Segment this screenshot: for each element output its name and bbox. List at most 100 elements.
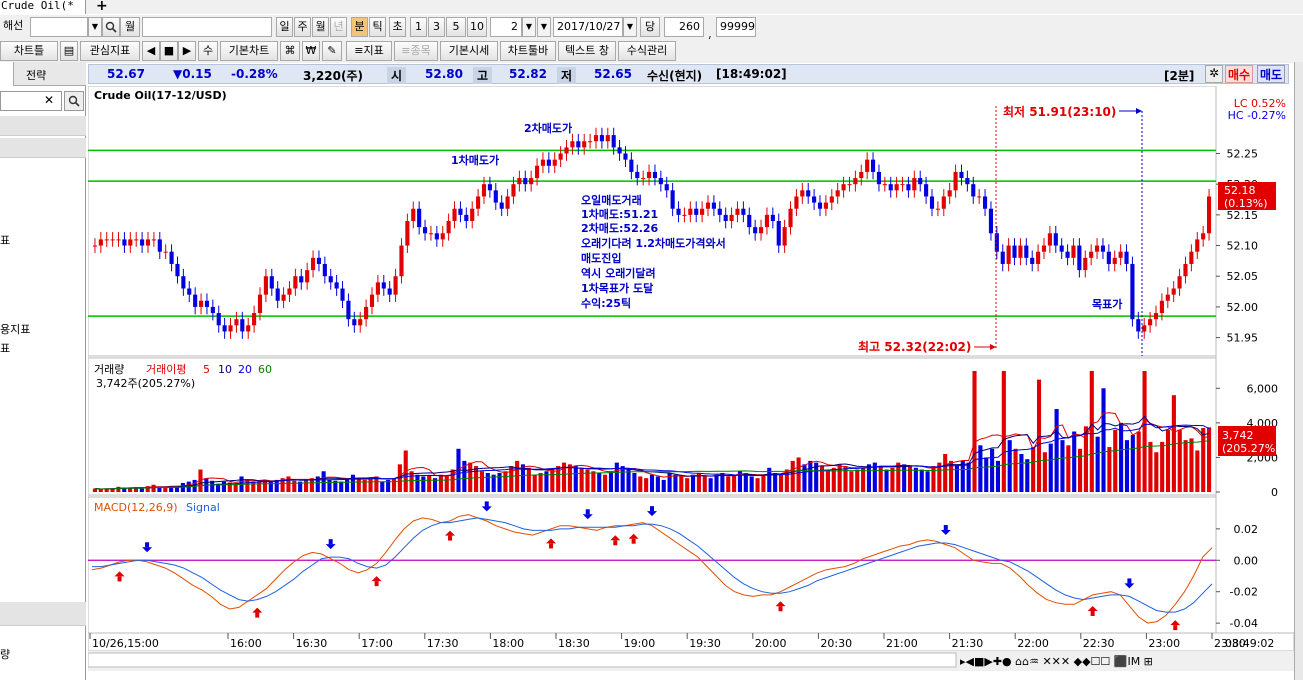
candle	[753, 227, 758, 234]
search-button[interactable]	[102, 17, 120, 37]
volume-bar	[515, 460, 520, 492]
scroll-right-arrow-icon[interactable]: ▸◀■▶✚● ⌂⌂♒ ✕✕✕ ◆◆☐☐ ⬛IM ⊞	[960, 655, 1153, 668]
candle	[181, 276, 186, 289]
open-value: 52.80	[425, 67, 463, 81]
candle	[1171, 288, 1176, 295]
count-input[interactable]: 260	[664, 17, 704, 37]
chart-frame-button[interactable]: 차트틀	[0, 41, 58, 61]
left-panel: 전략 ✕ 표 용지표 표 량	[0, 62, 86, 680]
candle	[405, 221, 410, 246]
volume-ma-10: 10	[218, 363, 232, 376]
volume-bar	[1142, 371, 1147, 492]
today-button[interactable]: 당	[640, 17, 660, 37]
stop-icon[interactable]: ■	[160, 41, 178, 61]
volume-bar	[732, 474, 737, 492]
watchlist-indicator-button[interactable]: 관심지표	[80, 41, 140, 61]
candle	[929, 196, 935, 209]
date-input[interactable]: 2017/10/27	[553, 17, 623, 37]
period-minute[interactable]: 분	[351, 17, 368, 37]
candle	[700, 208, 705, 215]
left-list-item[interactable]: 표	[0, 232, 10, 248]
sell-signal-arrow	[145, 542, 150, 548]
candle	[876, 171, 882, 185]
scroll-left-icon[interactable]: ◀	[142, 41, 160, 61]
volume-bar	[778, 474, 784, 492]
right-scroll-strip[interactable]	[1294, 62, 1303, 680]
volume-bar	[444, 476, 449, 492]
candle	[446, 221, 451, 234]
symbol-input[interactable]	[30, 17, 88, 37]
tab-crude-oil[interactable]: Crude Oil(*	[0, 0, 86, 14]
period-year[interactable]: 년	[330, 17, 347, 37]
max-count-input[interactable]: 99999	[716, 17, 756, 37]
signal-title: Signal	[186, 501, 220, 514]
volume-ma-label: 거래이평	[146, 363, 186, 376]
left-list-item[interactable]: 량	[0, 646, 10, 662]
candle	[664, 184, 669, 191]
buy-button[interactable]: 매수	[1225, 65, 1254, 83]
volume-bar	[151, 484, 156, 492]
interval-10[interactable]: 10	[467, 17, 487, 37]
sell-button[interactable]: 매도	[1257, 65, 1286, 83]
gift-icon[interactable]: ⌘	[280, 41, 300, 61]
add-tab-button[interactable]: +	[96, 0, 108, 14]
date-dropdown-icon[interactable]: ▼	[623, 17, 637, 37]
interval-3[interactable]: 3	[428, 17, 445, 37]
number-button[interactable]: 수	[198, 41, 218, 61]
interval-input[interactable]: 2	[490, 17, 522, 37]
horizontal-scrollbar[interactable]	[88, 652, 957, 668]
x-tick-label: 16:30	[296, 637, 328, 650]
candle	[629, 159, 634, 172]
tab-strategy[interactable]: 전략	[26, 67, 46, 83]
candle	[481, 184, 487, 197]
save-icon[interactable]: ▤	[60, 41, 78, 61]
period-tick[interactable]: 틱	[369, 17, 386, 37]
volume-bar	[1148, 441, 1153, 492]
interval-spin-icon[interactable]: ▼	[522, 17, 536, 37]
volume-bar	[825, 469, 830, 492]
scroll-right-icon[interactable]: ▶	[178, 41, 196, 61]
symbol-dropdown-icon[interactable]: ▼	[88, 17, 102, 37]
candle	[941, 196, 946, 209]
candle	[140, 239, 145, 246]
basic-quote-button[interactable]: 기본시세	[440, 41, 498, 61]
left-list-item[interactable]: 표	[0, 340, 10, 356]
period-second[interactable]: 초	[389, 17, 406, 37]
clear-icon[interactable]: ✕	[44, 93, 54, 107]
note-line: 매도진입	[581, 251, 621, 265]
candle	[1036, 251, 1041, 264]
left-tab-indicator[interactable]	[0, 62, 14, 86]
tab-bar: Crude Oil(* +	[0, 0, 1303, 14]
period-day[interactable]: 일	[276, 17, 293, 37]
wrench-icon[interactable]: ✎	[322, 41, 342, 61]
market-label: 해선	[0, 17, 28, 37]
formula-manager-button[interactable]: 수식관리	[618, 41, 676, 61]
candle	[328, 276, 333, 283]
period-month[interactable]: 월	[312, 17, 329, 37]
left-list-header	[0, 116, 86, 136]
basic-chart-button[interactable]: 기본차트	[220, 41, 278, 61]
left-list-item[interactable]: 용지표	[0, 321, 30, 337]
indicator-button[interactable]: ≡지표	[346, 41, 392, 61]
period-week[interactable]: 주	[294, 17, 311, 37]
monthly-button[interactable]: 월	[120, 17, 140, 37]
chart-area[interactable]: 52.2552.2052.1552.1052.0552.0051.956,000…	[88, 86, 1294, 680]
candle	[758, 227, 764, 234]
won-button[interactable]: ₩	[302, 41, 320, 61]
text-window-button[interactable]: 텍스트 창	[558, 41, 616, 61]
gear-icon[interactable]: ✲	[1205, 65, 1223, 83]
interval-dropdown-icon[interactable]: ▼	[537, 17, 551, 37]
interval-5[interactable]: 5	[446, 17, 466, 37]
chart-toolbar-button[interactable]: 차트툴바	[500, 41, 556, 61]
x-tick-label: 21:00	[886, 637, 918, 650]
symbol-button[interactable]: ≡종목	[394, 41, 438, 61]
left-search-button[interactable]	[64, 91, 84, 111]
interval-1[interactable]: 1	[410, 17, 427, 37]
candle	[393, 276, 398, 295]
candle	[1065, 251, 1070, 258]
volume-bar	[1042, 452, 1047, 492]
candle	[682, 214, 687, 216]
candle	[847, 184, 852, 186]
volume-bar	[673, 474, 678, 492]
volume-bar	[474, 466, 479, 492]
